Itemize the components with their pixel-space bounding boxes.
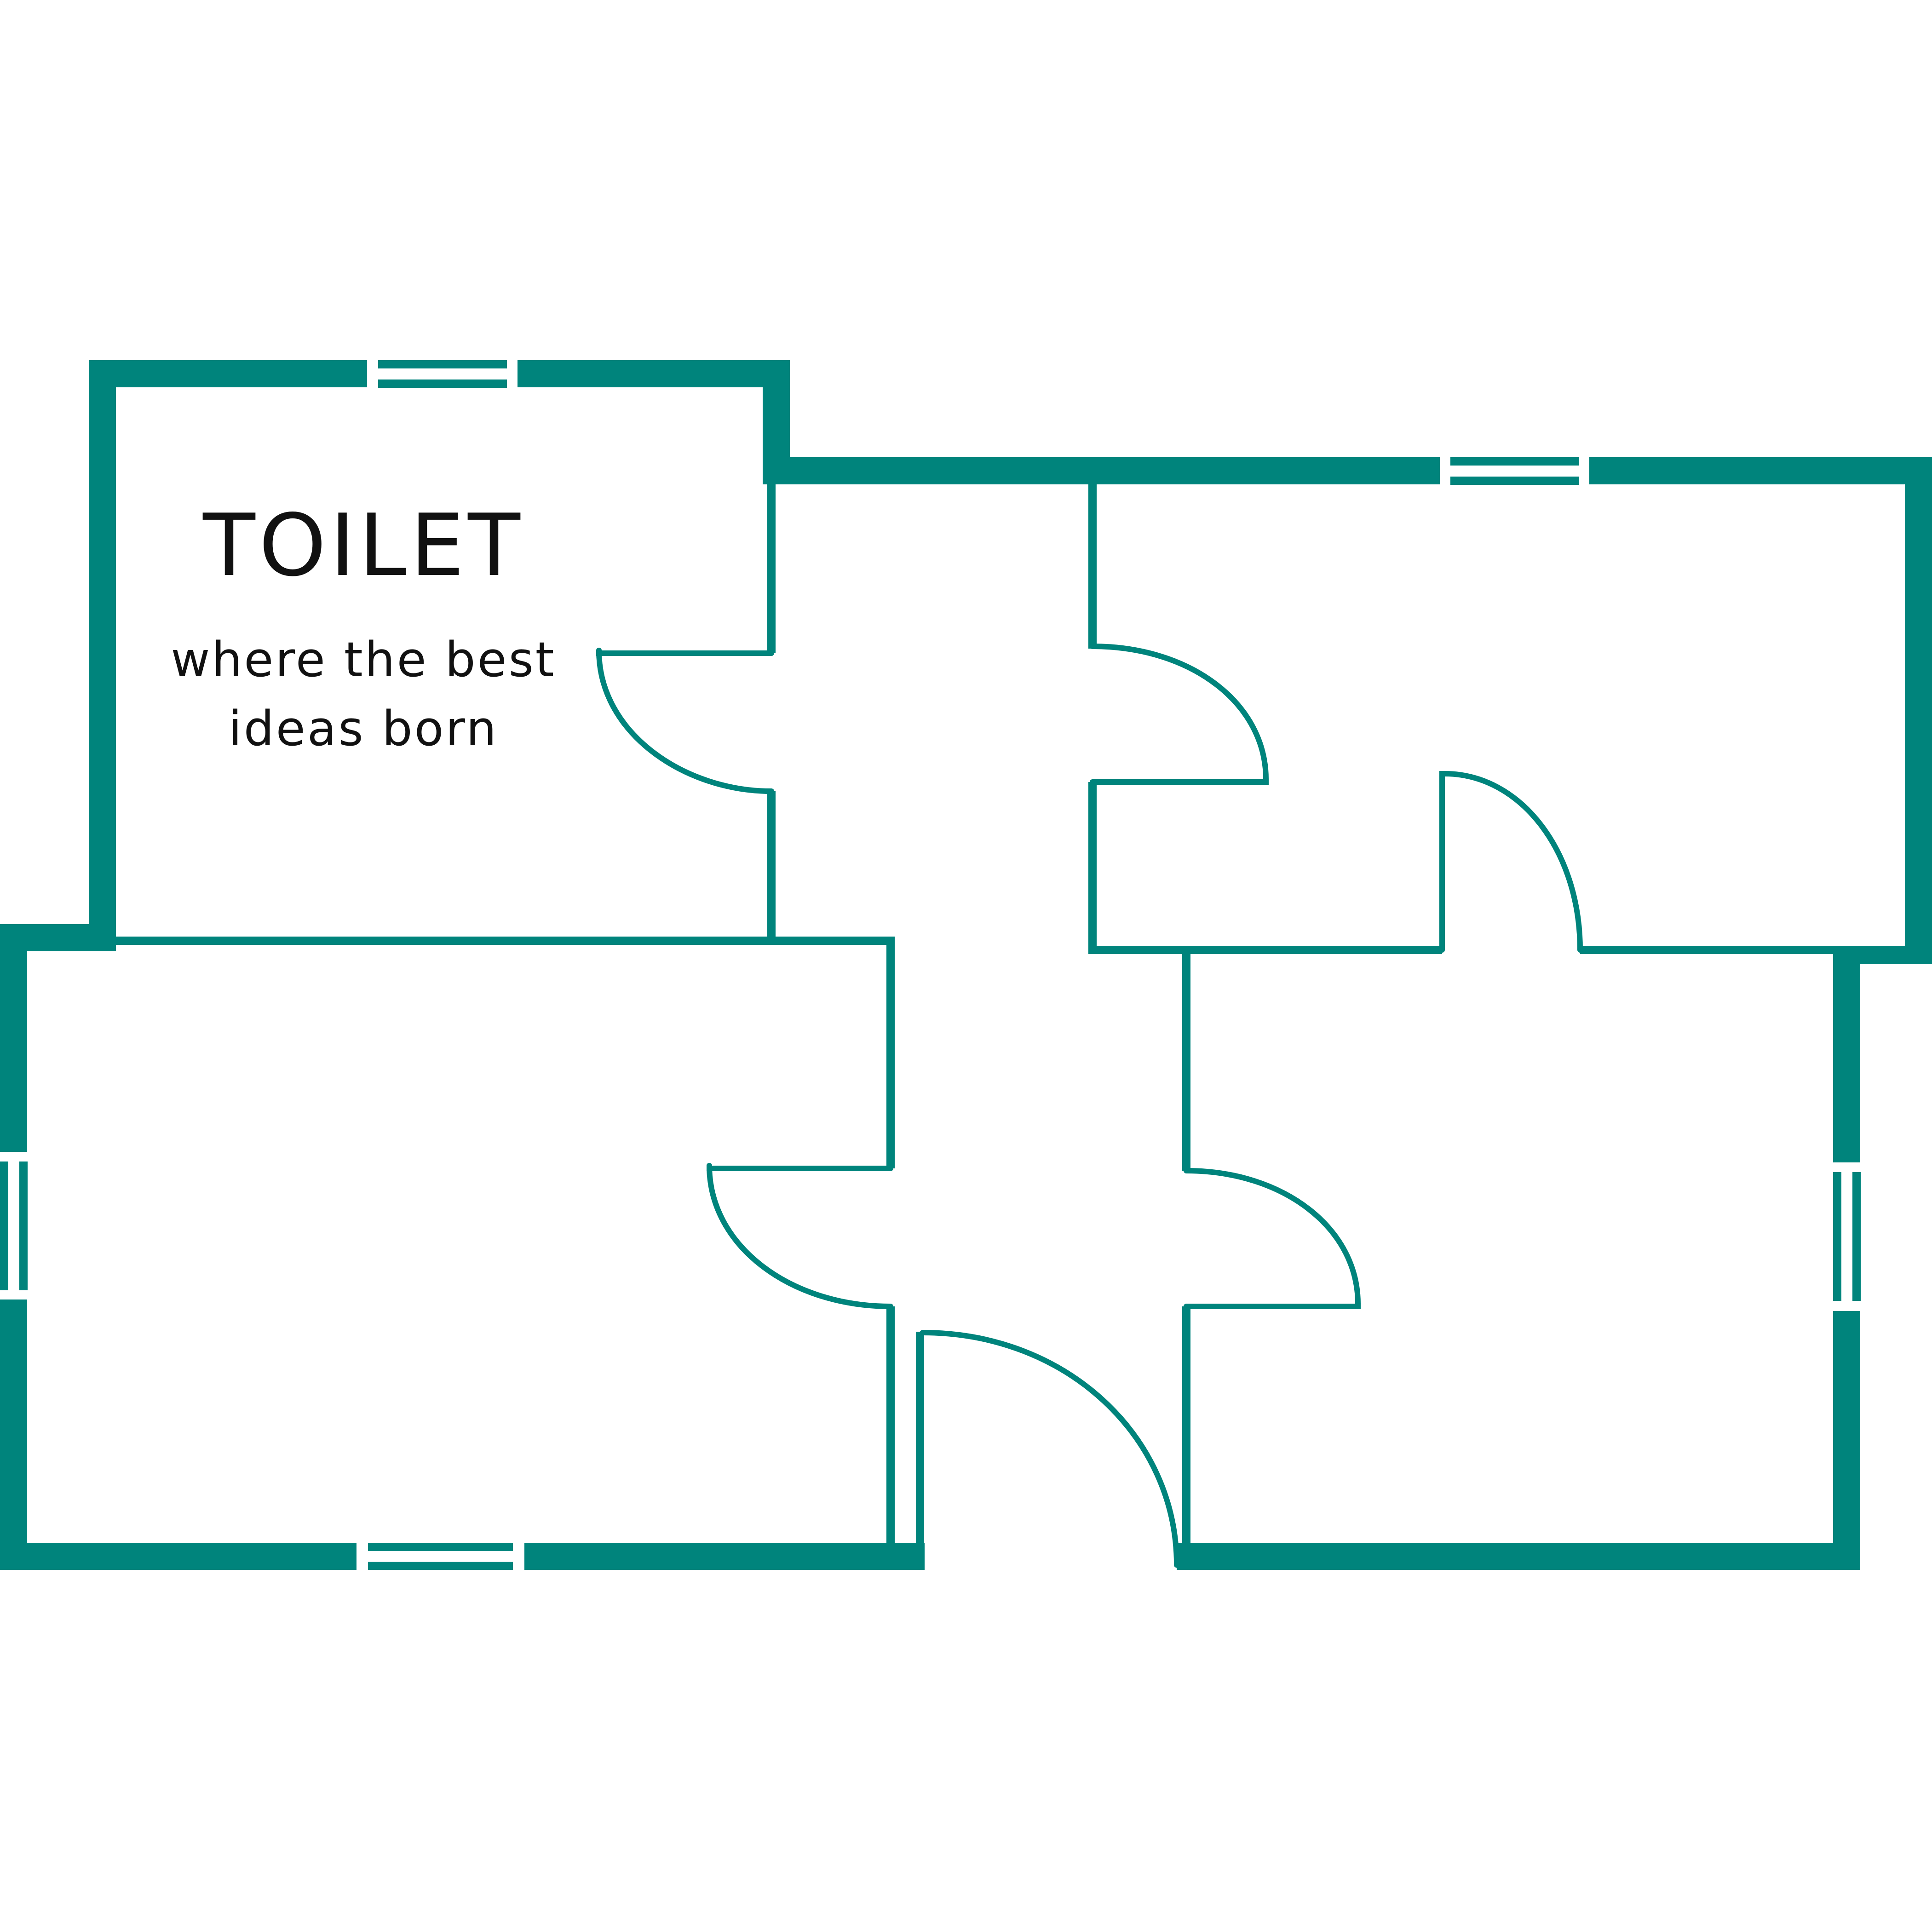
wall-far-right bbox=[1905, 457, 1932, 964]
floor-plan: TOILET where the best ideas born bbox=[0, 360, 1932, 1570]
door-toilet bbox=[596, 648, 774, 794]
wall-left-lower bbox=[0, 1300, 27, 1570]
wall-lower-right-top bbox=[1833, 951, 1860, 1162]
wall-bottom-mid bbox=[524, 1543, 925, 1570]
door-lower-right bbox=[1184, 1168, 1361, 1309]
wall-toilet-top-right bbox=[518, 360, 790, 387]
wall-lower-right-bottom bbox=[1833, 1311, 1860, 1570]
door-entrance bbox=[917, 1330, 1179, 1568]
room-label-toilet: TOILET where the best ideas born bbox=[171, 495, 556, 757]
wall-toilet-top-left bbox=[89, 360, 367, 387]
room-subtitle-line1: where the best bbox=[171, 632, 556, 688]
window-toilet-top bbox=[378, 360, 507, 388]
wall-left-upper bbox=[0, 924, 27, 1152]
window-bottom bbox=[368, 1543, 513, 1570]
room-subtitle-line2: ideas born bbox=[229, 701, 498, 757]
door-left-room bbox=[707, 1163, 893, 1309]
door-upper-right-b bbox=[1439, 771, 1583, 953]
wall-bottom-right bbox=[1177, 1543, 1860, 1570]
window-left bbox=[0, 1162, 28, 1290]
room-title: TOILET bbox=[202, 495, 524, 595]
wall-top-mid bbox=[763, 457, 1440, 484]
door-upper-right-a bbox=[1090, 644, 1269, 785]
wall-toilet-left bbox=[89, 360, 116, 951]
window-top-right bbox=[1450, 457, 1579, 485]
window-right bbox=[1833, 1172, 1861, 1301]
wall-bottom-left bbox=[0, 1543, 356, 1570]
wall-top-right bbox=[1589, 457, 1932, 484]
